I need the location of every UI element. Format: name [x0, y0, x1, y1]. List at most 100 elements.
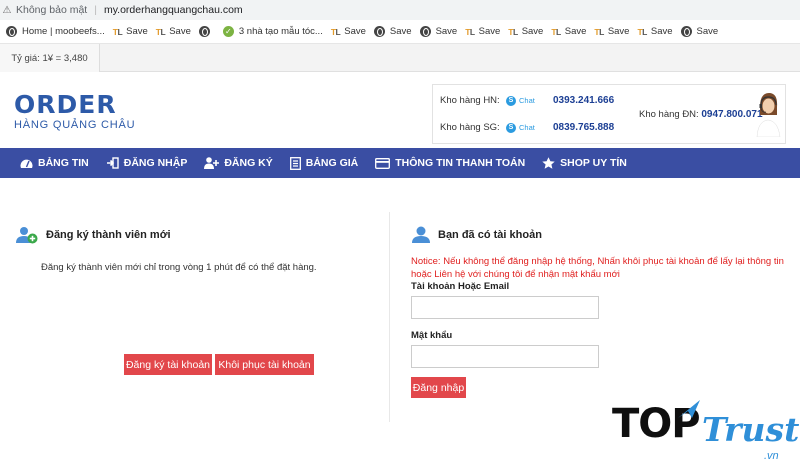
- price-list-icon: [289, 156, 301, 170]
- hn-label: Kho hàng HN:: [440, 95, 500, 106]
- bookmark-label: Save: [607, 26, 630, 37]
- nav-item[interactable]: ĐĂNG KÝ: [204, 157, 273, 169]
- tl-icon: TL: [112, 26, 123, 37]
- contact-sg: Kho hàng SG: S Chat 0839.765.888: [440, 122, 614, 133]
- logo-sub-text: HÀNG QUẢNG CHÂU: [14, 119, 136, 131]
- bookmark-label: Save: [435, 26, 458, 37]
- bookmark-label: Save: [344, 26, 366, 37]
- toptrust-watermark: TOP Trust .vn: [612, 398, 800, 470]
- watermark-vn-text: .vn: [764, 450, 779, 462]
- bookmark-label: Save: [696, 26, 719, 37]
- register-description: Đăng ký thành viên mới chỉ trong vòng 1 …: [41, 262, 317, 273]
- security-label[interactable]: Không bảo mật: [16, 4, 87, 16]
- add-user-icon: [204, 157, 220, 169]
- skype-icon: S: [506, 95, 516, 106]
- password-input[interactable]: [411, 345, 599, 368]
- bookmark-label: Save: [564, 26, 587, 37]
- exchange-rate: Tỷ giá: 1¥ = 3,480: [0, 44, 100, 72]
- dashboard-icon: [20, 157, 33, 169]
- nav-item[interactable]: ĐĂNG NHẬP: [106, 157, 188, 169]
- login-title: Bạn đã có tài khoản: [438, 228, 542, 241]
- column-divider: [389, 212, 390, 422]
- login-button[interactable]: Đăng nhập: [411, 377, 466, 398]
- bookmark-label: Save: [650, 26, 673, 37]
- bookmark-item[interactable]: TL Save: [594, 26, 629, 37]
- tl-icon: TL: [551, 26, 561, 37]
- arrow-icon: [678, 400, 700, 418]
- globe-icon: [198, 26, 210, 37]
- tl-icon: TL: [594, 26, 604, 37]
- warning-icon[interactable]: ⚠: [2, 5, 12, 16]
- password-label: Mật khẩu: [411, 330, 453, 341]
- username-input[interactable]: [411, 296, 599, 319]
- nav-item[interactable]: SHOP UY TÍN: [542, 157, 627, 169]
- bookmark-item[interactable]: Save: [373, 26, 412, 37]
- skype-chat-sg[interactable]: S Chat: [506, 122, 553, 133]
- nav-label: ĐĂNG NHẬP: [123, 157, 188, 169]
- nav-item[interactable]: BẢNG GIÁ: [289, 156, 358, 170]
- dn-phone: 0947.800.071: [701, 109, 763, 120]
- bookmark-label: Save: [478, 26, 501, 37]
- bookmark-item[interactable]: [198, 26, 215, 37]
- bookmark-item[interactable]: TL Save: [465, 26, 500, 37]
- skype-icon: S: [506, 122, 516, 133]
- register-title: Đăng ký thành viên mới: [46, 229, 171, 241]
- contact-dn: Kho hàng ĐN: 0947.800.071: [639, 109, 763, 120]
- bookmark-label: Home | moobeefs...: [22, 26, 105, 37]
- nav-label: BẢNG TIN: [38, 157, 89, 169]
- globe-icon: [6, 26, 17, 37]
- address-separator: |: [94, 4, 97, 16]
- tl-icon: TL: [465, 26, 475, 37]
- skype-chat-hn[interactable]: S Chat: [506, 95, 553, 106]
- sg-label: Kho hàng SG:: [440, 122, 500, 133]
- bookmark-item[interactable]: TL Save: [156, 26, 191, 37]
- contact-hn: Kho hàng HN: S Chat 0393.241.666: [440, 95, 614, 106]
- star-icon: [542, 157, 555, 169]
- credit-card-icon: [375, 157, 391, 169]
- nav-label: ĐĂNG KÝ: [224, 157, 273, 169]
- bookmark-item[interactable]: TL Save: [551, 26, 586, 37]
- site-logo[interactable]: ORDER HÀNG QUẢNG CHÂU: [14, 92, 154, 132]
- nav-label: SHOP UY TÍN: [560, 157, 627, 169]
- contact-box: Kho hàng HN: S Chat 0393.241.666 Kho hàng…: [432, 84, 786, 144]
- register-section-title: Đăng ký thành viên mới: [16, 226, 171, 244]
- bookmark-item[interactable]: Save: [680, 26, 719, 37]
- sg-phone: 0839.765.888: [553, 122, 615, 133]
- bookmark-item[interactable]: TL Save: [331, 26, 366, 37]
- bookmark-item[interactable]: TL Save: [508, 26, 543, 37]
- nav-item[interactable]: THÔNG TIN THANH TOÁN: [375, 157, 525, 169]
- bookmarks-bar: Home | moobeefs... TL Save TL Save ✓ 3 nhà tạo…: [0, 20, 800, 44]
- login-notice: Notice: Nếu không thể đăng nhập hệ thống…: [411, 256, 784, 280]
- bookmark-item[interactable]: Home | moobeefs...: [6, 26, 105, 37]
- bookmark-label: Save: [126, 26, 148, 37]
- username-label: Tài khoản Hoặc Email: [411, 281, 510, 292]
- url-text[interactable]: my.orderhangquangchau.com: [104, 4, 243, 16]
- bookmark-item[interactable]: TL Save: [113, 26, 148, 37]
- bookmark-item[interactable]: TL Save: [637, 26, 672, 37]
- browser-address-bar: ⚠ Không bảo mật | my.orderhangquangchau.…: [0, 0, 800, 20]
- bookmark-item[interactable]: ✓ 3 nhà tạo mẫu tóc...: [222, 26, 323, 37]
- main-nav: BẢNG TIN ĐĂNG NHẬP ĐĂNG KÝ BẢNG GIÁ THÔNG TI…: [0, 148, 800, 178]
- support-agent-icon: [756, 93, 781, 137]
- site-header: ORDER HÀNG QUẢNG CHÂU Kho hàng HN: S Chat…: [0, 72, 800, 148]
- user-icon: [412, 226, 430, 243]
- register-account-button[interactable]: Đăng ký tài khoản: [124, 354, 212, 375]
- recover-account-button[interactable]: Khôi phục tài khoản: [215, 354, 314, 375]
- nav-item[interactable]: BẢNG TIN: [20, 157, 89, 169]
- tl-icon: TL: [155, 26, 166, 37]
- globe-icon: [680, 26, 692, 37]
- login-section-title: Bạn đã có tài khoản: [412, 226, 542, 243]
- logo-main-text: ORDER: [14, 90, 117, 119]
- bookmark-label: Save: [169, 26, 191, 37]
- tl-icon: TL: [637, 26, 647, 37]
- rate-strip: Tỷ giá: 1¥ = 3,480: [0, 44, 800, 72]
- bookmark-label: Save: [389, 26, 412, 37]
- check-circle-icon: ✓: [222, 26, 234, 37]
- nav-label: THÔNG TIN THANH TOÁN: [395, 157, 526, 169]
- watermark-trust-text: Trust: [702, 410, 800, 449]
- chat-label: Chat: [519, 123, 535, 132]
- bookmark-item[interactable]: Save: [419, 26, 458, 37]
- tl-icon: TL: [330, 26, 341, 37]
- login-icon: [106, 157, 119, 169]
- bookmark-label: 3 nhà tạo mẫu tóc...: [238, 26, 323, 37]
